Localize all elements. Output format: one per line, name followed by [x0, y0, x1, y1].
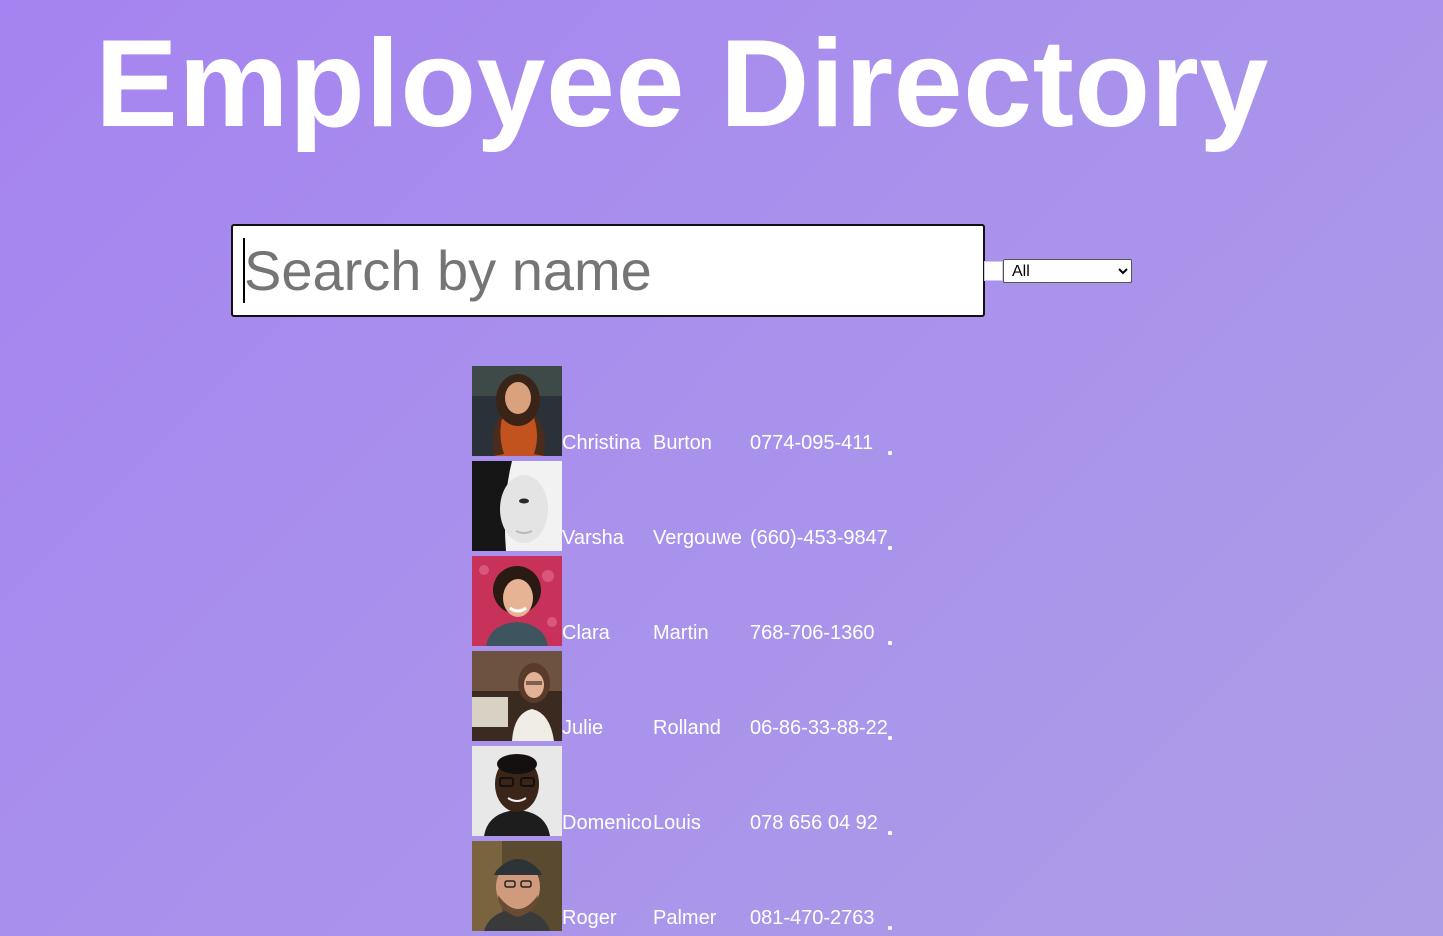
employee-row: Christina Burton 0774-095-411	[472, 366, 912, 456]
row-dot	[888, 926, 892, 930]
employee-first-name: Domenico	[562, 812, 653, 834]
employee-last-name: Martin	[653, 622, 709, 644]
avatar	[472, 556, 562, 646]
filter-spacer	[984, 261, 1003, 281]
employee-first-name: Christina	[562, 432, 641, 454]
employee-row: Roger Palmer 081-470-2763	[472, 841, 912, 931]
avatar	[472, 461, 562, 551]
row-dot	[888, 451, 892, 455]
employee-first-name: Julie	[562, 717, 604, 739]
employee-row: Varsha Vergouwe (660)-453-9847	[472, 461, 912, 551]
avatar	[472, 746, 562, 836]
julie-avatar	[472, 651, 562, 741]
employee-phone: (660)-453-9847	[750, 527, 888, 549]
row-dot	[888, 736, 892, 740]
row-dot	[888, 641, 892, 645]
employee-list: Christina Burton 0774-095-411 Varsha Ver…	[472, 366, 912, 936]
employee-last-name: Vergouwe	[653, 527, 742, 549]
employee-last-name: Rolland	[653, 717, 721, 739]
employee-phone: 0774-095-411	[750, 432, 874, 454]
row-dot	[888, 831, 892, 835]
text-caret	[243, 238, 245, 303]
varsha-avatar	[472, 461, 562, 551]
domenico-avatar	[472, 746, 562, 836]
employee-first-name: Clara	[562, 622, 610, 644]
employee-phone: 078 656 04 92	[750, 812, 878, 834]
clara-avatar	[472, 556, 562, 646]
employee-last-name: Palmer	[653, 907, 717, 929]
avatar	[472, 651, 562, 741]
employee-last-name: Burton	[653, 432, 712, 454]
employee-phone: 06-86-33-88-22	[750, 717, 888, 739]
employee-row: Julie Rolland 06-86-33-88-22	[472, 651, 912, 741]
roger-avatar	[472, 841, 562, 931]
avatar	[472, 841, 562, 931]
search-input[interactable]	[231, 224, 985, 317]
avatar	[472, 366, 562, 456]
filter-select[interactable]: All	[1003, 259, 1132, 283]
employee-row: Domenico Louis 078 656 04 92	[472, 746, 912, 836]
row-dot	[888, 546, 892, 550]
employee-first-name: Roger	[562, 907, 617, 929]
employee-phone: 081-470-2763	[750, 907, 875, 929]
christina-avatar	[472, 366, 562, 456]
page-title: Employee Directory	[95, 15, 1269, 153]
employee-first-name: Varsha	[562, 527, 624, 549]
employee-row: Clara Martin 768-706-1360	[472, 556, 912, 646]
employee-phone: 768-706-1360	[750, 622, 875, 644]
employee-last-name: Louis	[653, 812, 701, 834]
